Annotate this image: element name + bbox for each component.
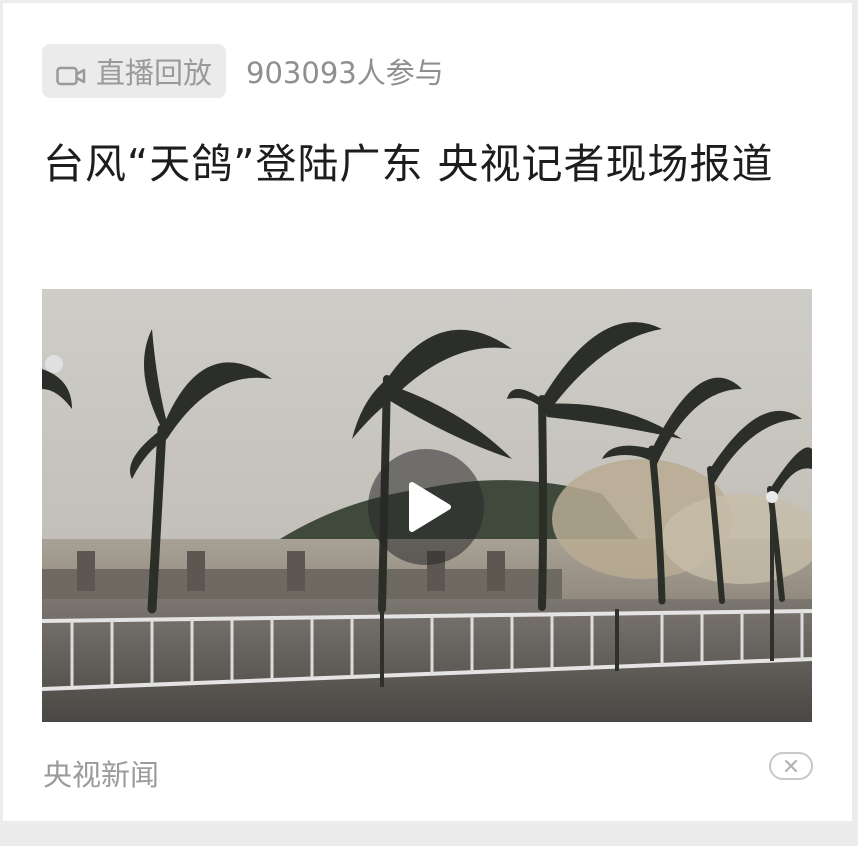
card-footer: 央视新闻 [43, 748, 813, 792]
dismiss-button[interactable] [769, 752, 813, 780]
play-icon [409, 482, 451, 532]
live-replay-badge: 直播回放 [42, 44, 227, 98]
headline[interactable]: 台风“天鸽”登陆广东 央视记者现场报道 [43, 135, 813, 193]
video-player[interactable] [42, 289, 812, 722]
video-camera-icon [56, 60, 86, 86]
live-replay-label: 直播回放 [96, 56, 213, 90]
news-card[interactable]: 直播回放 903093人参与 台风“天鸽”登陆广东 央视记者现场报道 央视新闻 [3, 3, 852, 821]
participant-count: 903093人参与 [246, 56, 444, 90]
news-source: 央视新闻 [43, 758, 160, 792]
play-button[interactable] [368, 449, 484, 565]
close-icon [784, 759, 798, 773]
meta-row: 直播回放 903093人参与 [42, 44, 444, 98]
